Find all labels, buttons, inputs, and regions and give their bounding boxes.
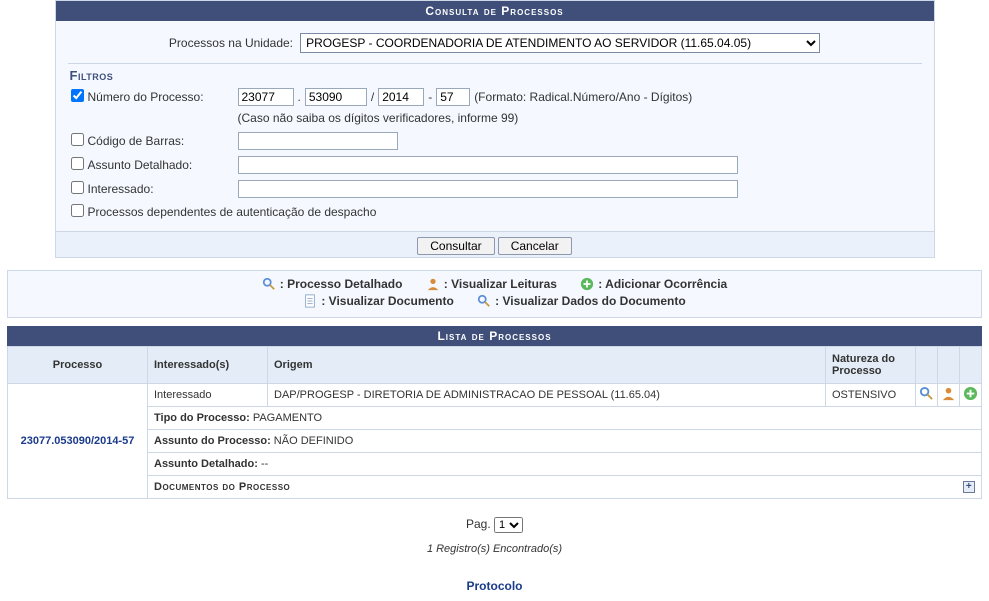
filter-assunto: Assunto Detalhado: [68,153,922,177]
cell-natureza: OSTENSIVO [826,384,916,407]
filter-interessado: Interessado: [68,177,922,201]
ano-input[interactable] [378,88,424,106]
pager-select[interactable]: 1 [494,517,523,533]
assunto-input[interactable] [238,156,738,174]
cell-interessado: Interessado [148,384,268,407]
user-icon[interactable] [941,386,956,401]
interessado-input[interactable] [238,180,738,198]
th-action1 [916,347,938,384]
sep-dot: . [298,90,301,104]
protocolo-link[interactable]: Protocolo [467,579,523,593]
expand-icon[interactable]: + [963,481,975,493]
sep-dash: - [428,90,432,104]
filter-barras: Código de Barras: [68,129,922,153]
unit-row: Processos na Unidade: PROGESP - COORDENA… [68,27,922,63]
sep-slash: / [371,90,374,104]
records-found: 1 Registro(s) Encontrado(s) [0,537,989,561]
dependentes-label: Processos dependentes de autenticação de… [88,205,377,219]
barras-checkbox[interactable] [71,133,84,146]
numero-label: Número do Processo: [88,90,238,104]
filter-numero: Número do Processo: . / - (Formato: Radi… [68,85,922,109]
assunto-det-val: -- [258,458,268,470]
digitos-input[interactable] [436,88,470,106]
panel-title: Consulta de Processos [56,1,934,21]
legend-bar: : Processo Detalhado : Visualizar Leitur… [7,270,982,318]
dependentes-checkbox[interactable] [71,204,84,217]
legend-docdata: : Visualizar Dados do Documento [495,294,685,308]
pager-label: Pag. [466,517,494,531]
assunto-label: Assunto Detalhado: [88,158,238,172]
table-subrow-tipo: Tipo do Processo: PAGAMENTO [8,407,982,430]
table-header-row: Processo Interessado(s) Origem Natureza … [8,347,982,384]
zoom-icon [262,277,276,291]
th-natureza: Natureza do Processo [826,347,916,384]
add-icon[interactable] [963,386,978,401]
zoom-icon[interactable] [919,386,934,401]
table-subrow-docs: Documentos do Processo + [8,476,982,499]
tipo-val: PAGAMENTO [250,412,322,424]
interessado-label: Interessado: [88,182,238,196]
legend-leituras: : Visualizar Leituras [444,277,557,291]
consultar-button[interactable]: Consultar [417,237,494,255]
assunto-det-label: Assunto Detalhado: [154,458,258,470]
table-subrow-assunto-proc: Assunto do Processo: NÃO DEFINIDO [8,430,982,453]
button-bar: Consultar Cancelar [56,231,934,257]
th-action2 [938,347,960,384]
numero-checkbox[interactable] [71,89,84,102]
pager: Pag. 1 [0,499,989,537]
docs-header: Documentos do Processo [154,481,290,493]
formato-hint: (Formato: Radical.Número/Ano - Dígitos) [474,90,692,104]
unit-select[interactable]: PROGESP - COORDENADORIA DE ATENDIMENTO A… [300,33,820,53]
cancelar-button[interactable]: Cancelar [498,237,572,255]
doc-icon [303,294,317,308]
assunto-proc-val: NÃO DEFINIDO [271,435,354,447]
interessado-checkbox[interactable] [71,181,84,194]
table-subrow-assunto-det: Assunto Detalhado: -- [8,453,982,476]
radical-input[interactable] [238,88,294,106]
table-row: 23077.053090/2014-57 Interessado DAP/PRO… [8,384,982,407]
barras-input[interactable] [238,132,398,150]
numero-input[interactable] [305,88,367,106]
tipo-label: Tipo do Processo: [154,412,250,424]
assunto-proc-label: Assunto do Processo: [154,435,271,447]
consulta-panel: Consulta de Processos Processos na Unida… [55,0,935,258]
barras-label: Código de Barras: [88,134,238,148]
process-table: Processo Interessado(s) Origem Natureza … [7,346,982,499]
th-action3 [960,347,982,384]
processo-link[interactable]: 23077.053090/2014-57 [21,435,135,447]
th-processo: Processo [8,347,148,384]
zoom-icon [477,294,491,308]
filtros-header: Filtros [68,63,922,85]
th-interessados: Interessado(s) [148,347,268,384]
legend-zoom: : Processo Detalhado [280,277,403,291]
verif-hint: (Caso não saiba os dígitos verificadores… [68,109,922,129]
list-title: Lista de Processos [7,326,982,346]
legend-doc: : Visualizar Documento [321,294,453,308]
user-icon [426,277,440,291]
filter-dependentes: Processos dependentes de autenticação de… [68,201,922,223]
legend-add: : Adicionar Ocorrência [598,277,727,291]
add-icon [580,277,594,291]
unit-label: Processos na Unidade: [169,36,293,50]
assunto-checkbox[interactable] [71,157,84,170]
th-origem: Origem [268,347,826,384]
cell-origem: DAP/PROGESP - DIRETORIA DE ADMINISTRACAO… [268,384,826,407]
